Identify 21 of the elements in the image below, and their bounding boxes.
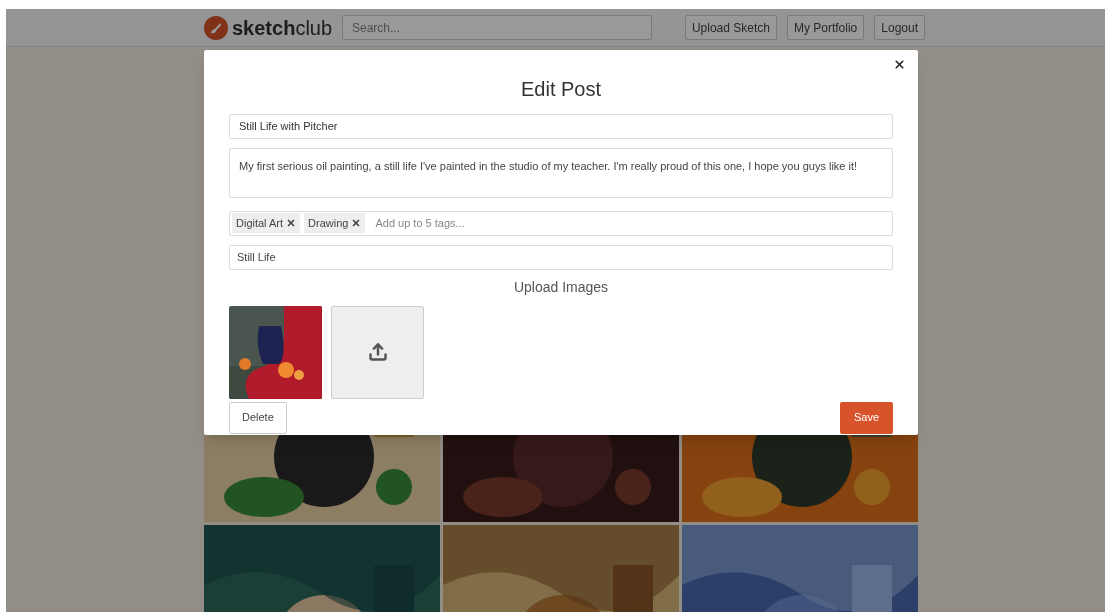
category-field[interactable]: Still Life — [229, 244, 893, 270]
tags-field[interactable]: Digital Art Drawing Add up to 5 tags... — [229, 210, 893, 236]
tag-label: Drawing — [308, 215, 349, 231]
logo[interactable]: sketchclub — [232, 12, 332, 43]
tag-label: Digital Art — [236, 215, 284, 231]
description-field[interactable]: My first serious oil painting, a still life I've painted in the studio of my teacher. I'm really proud of this one, I hope you guys like it! — [229, 147, 893, 198]
nav-button[interactable]: Logout — [874, 15, 925, 40]
delete-button[interactable]: Delete — [229, 401, 287, 434]
title-field[interactable]: Still Life with Pitcher — [229, 113, 893, 139]
remove-icon[interactable] — [351, 218, 362, 228]
nav-button[interactable]: Upload Sketch — [684, 15, 777, 40]
tag-input[interactable]: Add up to 5 tags... — [375, 214, 890, 232]
section-heading: Upload Images — [512, 277, 610, 297]
close-icon[interactable] — [893, 58, 906, 71]
search-field[interactable]: Search... — [342, 15, 652, 40]
remove-icon[interactable] — [286, 218, 297, 228]
modal-title: Edit Post — [519, 77, 602, 102]
save-button[interactable]: Save — [839, 401, 893, 434]
nav-button[interactable]: My Portfolio — [786, 15, 865, 40]
logo-icon — [204, 15, 228, 40]
upload-icon — [367, 342, 388, 362]
